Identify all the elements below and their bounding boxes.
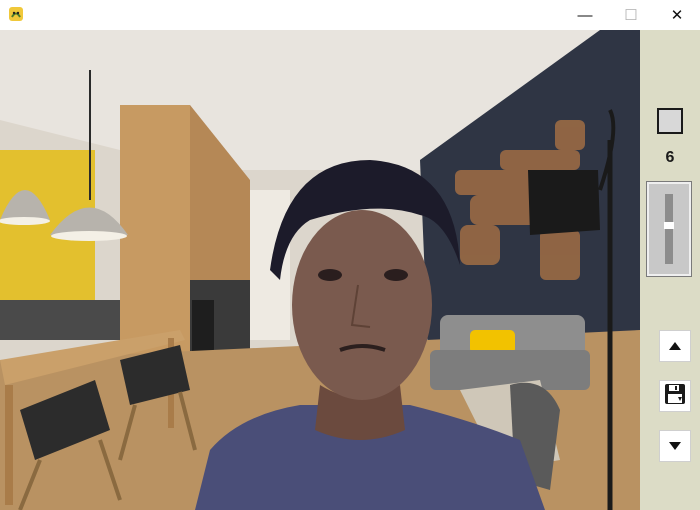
count-value: 6 (665, 149, 675, 166)
app-icon (8, 6, 24, 22)
up-button[interactable] (659, 330, 691, 362)
save-disk-icon (664, 383, 686, 410)
level-slider[interactable] (646, 181, 692, 277)
maximize-button[interactable]: ☐ (608, 0, 654, 30)
close-button[interactable]: ✕ (654, 0, 700, 30)
camera-feed (0, 30, 640, 510)
close-icon: ✕ (670, 6, 684, 24)
control-panel: 6 (640, 30, 700, 510)
minimize-button[interactable]: — (562, 0, 608, 30)
slider-thumb[interactable] (664, 222, 674, 230)
toggle-checkbox[interactable] (657, 108, 683, 134)
minimize-icon: — (577, 6, 593, 24)
virtual-background-image (0, 30, 640, 510)
save-button[interactable] (659, 380, 691, 412)
down-button[interactable] (659, 430, 691, 462)
maximize-icon: ☐ (624, 6, 638, 24)
title-bar: — ☐ ✕ (0, 0, 700, 30)
slider-track (664, 194, 674, 264)
triangle-down-icon (669, 437, 681, 455)
triangle-up-icon (669, 337, 681, 355)
